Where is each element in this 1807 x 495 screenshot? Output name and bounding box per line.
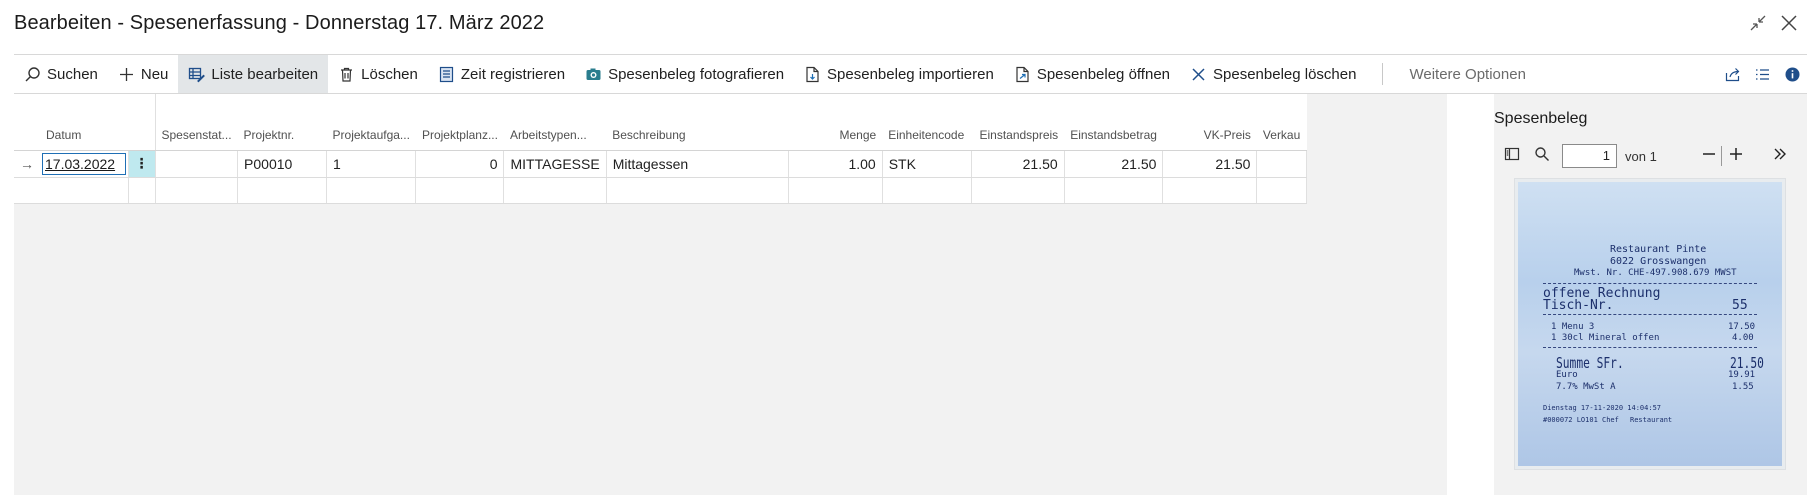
search-button[interactable]: Suchen xyxy=(14,55,108,93)
trash-icon xyxy=(341,67,353,82)
register-time-button[interactable]: Zeit registrieren xyxy=(428,55,575,93)
receipt-preview[interactable]: Restaurant Pinte 6022 Grosswangen Mwst. … xyxy=(1514,178,1786,470)
table-row[interactable]: → 17.03.2022 ⋮ P00010 1 0 MITTAGESSE Mit… xyxy=(14,150,1307,178)
share-icon[interactable] xyxy=(1717,66,1747,83)
x-icon xyxy=(1192,67,1205,81)
divider xyxy=(1382,63,1384,85)
datum-cell[interactable]: 17.03.2022 xyxy=(40,150,129,178)
row-indicator-header xyxy=(14,94,40,151)
search-icon xyxy=(25,66,40,81)
receipt-vat-number: Mwst. Nr. CHE-497.908.679 MWST xyxy=(1574,268,1737,278)
chevron-double-right-icon[interactable] xyxy=(1772,146,1788,167)
receipt-table-no: 55 xyxy=(1732,298,1748,313)
planzeile-cell[interactable]: 0 xyxy=(415,150,505,178)
page-of-label: von 1 xyxy=(1625,148,1657,164)
page-number-input[interactable]: 1 xyxy=(1562,144,1617,168)
info-icon[interactable] xyxy=(1777,66,1807,83)
import-receipt-button[interactable]: Spesenbeleg importieren xyxy=(794,55,1004,93)
edit-list-button[interactable]: Liste bearbeiten xyxy=(178,55,329,93)
divider xyxy=(1720,146,1722,166)
col-beschreibung[interactable]: Beschreibung xyxy=(606,94,789,151)
zoom-out-icon[interactable] xyxy=(1701,146,1717,167)
col-aufgabe[interactable]: Projektaufga... xyxy=(326,94,416,151)
receipt-euro-label: Euro xyxy=(1556,370,1578,380)
col-status[interactable]: Spesenstat... xyxy=(155,94,238,151)
expense-table: Datum Spesenstat... Projektnr. Projektau… xyxy=(14,94,1307,204)
receipt-address: 6022 Grosswangen xyxy=(1610,256,1707,267)
vkpreis-cell[interactable]: 21.50 xyxy=(1162,150,1258,178)
status-cell[interactable] xyxy=(155,150,239,178)
receipt-vat-label: 7.7% MwSt A xyxy=(1556,382,1616,392)
col-arbeitstyp[interactable]: Arbeitstypen... xyxy=(503,94,607,151)
camera-icon xyxy=(586,68,601,80)
col-vkpreis[interactable]: VK-Preis xyxy=(1162,94,1257,151)
action-bar: Suchen Neu Liste bearbeiten Löschen Zeit… xyxy=(14,54,1807,94)
receipt-image: Restaurant Pinte 6022 Grosswangen Mwst. … xyxy=(1518,182,1782,466)
einstandspreis-cell[interactable]: 21.50 xyxy=(971,150,1065,178)
col-menge[interactable]: Menge xyxy=(788,94,883,151)
receipt-item-price: 4.00 xyxy=(1732,333,1754,343)
zoom-icon[interactable] xyxy=(1534,146,1550,167)
receipt-table-label: Tisch-Nr. xyxy=(1543,298,1614,313)
table-header: Datum Spesenstat... Projektnr. Projektau… xyxy=(14,94,1307,151)
more-options-button[interactable]: Weitere Optionen xyxy=(1393,55,1535,93)
file-open-icon xyxy=(1016,66,1029,82)
sidebar-toggle-icon[interactable] xyxy=(1504,146,1520,167)
timesheet-icon xyxy=(439,66,453,82)
delete-button[interactable]: Löschen xyxy=(328,55,428,93)
page-title: Bearbeiten - Spesenerfassung - Donnersta… xyxy=(14,12,545,34)
delete-receipt-button[interactable]: Spesenbeleg löschen xyxy=(1180,55,1366,93)
receipt-factbox: Spesenbeleg 1 von 1 Restaurant Pinte 602… xyxy=(1494,94,1807,495)
receipt-euro: 19.91 xyxy=(1728,370,1756,380)
receipt-vat-amount: 1.55 xyxy=(1732,382,1754,392)
col-datum[interactable]: Datum xyxy=(40,94,128,151)
receipt-restaurant: Restaurant Pinte xyxy=(1610,244,1707,255)
col-planzeile[interactable]: Projektplanz... xyxy=(415,94,504,151)
receipt-item-price: 17.50 xyxy=(1728,322,1756,332)
title-bar: Bearbeiten - Spesenerfassung - Donnersta… xyxy=(0,0,1807,50)
table-row-empty[interactable] xyxy=(14,177,1307,204)
open-receipt-button[interactable]: Spesenbeleg öffnen xyxy=(1004,55,1180,93)
photograph-receipt-button[interactable]: Spesenbeleg fotografieren xyxy=(575,55,794,93)
col-einstandsbetrag[interactable]: Einstandsbetrag xyxy=(1064,94,1163,151)
receipt-item: 1 30cl Mineral offen xyxy=(1551,333,1660,343)
projektnr-cell[interactable]: P00010 xyxy=(237,150,328,178)
close-icon[interactable] xyxy=(1778,12,1800,34)
row-actions-icon[interactable]: ⋮ xyxy=(128,150,156,178)
col-einheit[interactable]: Einheitencode xyxy=(882,94,972,151)
col-verkauf[interactable]: Verkau xyxy=(1256,94,1307,151)
list-view-icon[interactable] xyxy=(1747,66,1777,83)
new-button[interactable]: Neu xyxy=(108,55,179,93)
beschreibung-cell[interactable]: Mittagessen xyxy=(606,150,789,178)
receipt-item: 1 Menu 3 xyxy=(1551,322,1595,332)
col-einstandspreis[interactable]: Einstandspreis xyxy=(971,94,1065,151)
plus-icon xyxy=(119,67,133,81)
aufgabe-cell[interactable]: 1 xyxy=(326,150,417,178)
verkauf-cell[interactable] xyxy=(1256,150,1307,178)
receipt-footer-ref: #000072 LO101 Chef xyxy=(1543,416,1619,424)
collapse-icon[interactable] xyxy=(1747,12,1769,34)
zoom-in-icon[interactable] xyxy=(1728,146,1744,167)
menge-cell[interactable]: 1.00 xyxy=(788,150,883,178)
col-projektnr[interactable]: Projektnr. xyxy=(237,94,327,151)
factbox-title: Spesenbeleg xyxy=(1494,110,1588,127)
row-arrow-icon: → xyxy=(14,150,40,178)
einheit-cell[interactable]: STK xyxy=(882,150,972,178)
einstandsbetrag-cell[interactable]: 21.50 xyxy=(1064,150,1164,178)
lines-grid: Datum Spesenstat... Projektnr. Projektau… xyxy=(14,94,1447,495)
receipt-footer-place: Restaurant xyxy=(1630,416,1673,424)
edit-list-icon xyxy=(189,67,206,82)
datum-field[interactable]: 17.03.2022 xyxy=(42,152,126,175)
viewer-toolbar: 1 von 1 xyxy=(1494,139,1794,173)
row-menu-header xyxy=(128,94,156,151)
arbeitstyp-cell[interactable]: MITTAGESSE xyxy=(503,150,607,178)
action-bar-right xyxy=(1717,55,1807,93)
receipt-footer-date: Dienstag 17-11-2020 14:04:57 xyxy=(1543,404,1662,412)
file-import-icon xyxy=(806,66,819,82)
